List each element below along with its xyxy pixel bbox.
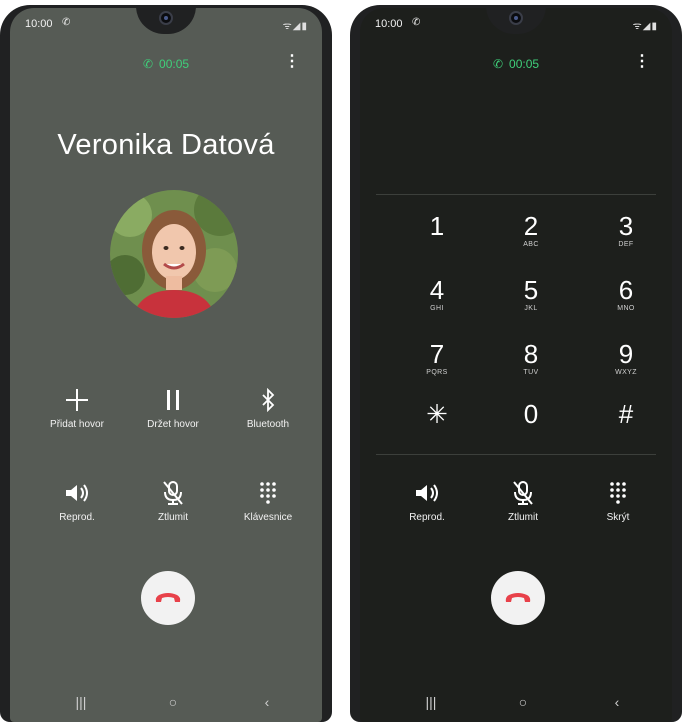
speaker-label: Reprod. <box>59 512 95 523</box>
front-camera-icon <box>159 11 173 25</box>
dial-key-6[interactable]: 6 MNO <box>591 276 661 313</box>
wifi-icon: ᯤ <box>632 21 643 32</box>
status-icons: ᯤ◢▮ <box>283 18 308 32</box>
wifi-icon: ᯤ <box>282 21 293 32</box>
hide-keypad-button[interactable]: Skrýt <box>573 478 663 523</box>
status-time: 10:00 <box>25 18 53 30</box>
mute-label: Ztlumit <box>508 512 538 523</box>
speaker-button[interactable]: Reprod. <box>382 478 472 523</box>
end-call-icon <box>505 593 531 602</box>
navigation-bar: ||| ○ ‹ <box>10 694 322 714</box>
keypad-button[interactable]: Klávesnice <box>223 478 313 523</box>
status-time: 10:00 <box>375 18 403 30</box>
dial-key-4[interactable]: 4 GHI <box>402 276 472 313</box>
dial-key-hash[interactable]: # <box>591 400 661 437</box>
dial-key-2[interactable]: 2 ABC <box>496 212 566 249</box>
phone-icon: ✆ <box>492 57 504 71</box>
dial-key-9[interactable]: 9 WXYZ <box>591 340 661 377</box>
call-status-icon: ✆ <box>412 17 421 28</box>
hold-button[interactable]: Držet hovor <box>128 385 218 430</box>
bluetooth-button[interactable]: Bluetooth <box>223 385 313 430</box>
phone-in-call: 10:00 ✆ ᯤ◢▮ ✆ 00:05 ⋮ Veronika Datová Př… <box>0 5 332 722</box>
mute-button[interactable]: Ztlumit <box>478 478 568 523</box>
keypad-bottom-divider <box>376 454 656 455</box>
home-icon[interactable]: ○ <box>158 694 188 710</box>
navigation-bar: ||| ○ ‹ <box>360 694 672 714</box>
battery-icon: ▮ <box>651 21 658 32</box>
dial-key-5[interactable]: 5 JKL <box>496 276 566 313</box>
mute-label: Ztlumit <box>158 512 188 523</box>
dial-key-7[interactable]: 7 PQRS <box>402 340 472 377</box>
bluetooth-label: Bluetooth <box>246 419 290 430</box>
hold-label: Držet hovor <box>147 419 199 430</box>
phone-keypad: 10:00 ✆ ᯤ◢▮ ✆ 00:05 ⋮ 1 2 ABC 3 DEF 4 GHI 5J… <box>350 5 682 722</box>
dial-key-0[interactable]: 0 <box>496 400 566 437</box>
pause-icon <box>128 385 218 415</box>
dial-key-star[interactable]: ✳ <box>402 400 472 437</box>
speaker-icon <box>382 478 472 508</box>
hide-label: Skrýt <box>606 512 630 523</box>
caller-avatar <box>110 190 238 318</box>
more-options-icon[interactable]: ⋮ <box>634 54 650 70</box>
plus-icon <box>32 385 122 415</box>
microphone-off-icon <box>478 478 568 508</box>
call-duration: 00:05 <box>509 57 540 71</box>
back-icon[interactable]: ‹ <box>252 694 282 710</box>
dial-key-8[interactable]: 8 TUV <box>496 340 566 377</box>
camera-notch <box>486 8 546 34</box>
in-call-screen: 10:00 ✆ ᯤ◢▮ ✆ 00:05 ⋮ Veronika Datová Př… <box>10 8 322 722</box>
status-icons: ᯤ◢▮ <box>633 18 658 32</box>
call-status-icon: ✆ <box>62 17 71 28</box>
mute-button[interactable]: Ztlumit <box>128 478 218 523</box>
caller-name: Veronika Datová <box>57 129 275 161</box>
speaker-icon <box>32 478 122 508</box>
end-call-button[interactable] <box>141 571 195 625</box>
keypad-icon <box>223 478 313 508</box>
keypad-top-divider <box>376 194 656 195</box>
add-call-label: Přidat hovor <box>50 419 104 430</box>
home-icon[interactable]: ○ <box>508 694 538 710</box>
recent-apps-icon[interactable]: ||| <box>416 694 446 710</box>
battery-icon: ▮ <box>301 21 308 32</box>
phone-icon: ✆ <box>142 57 154 71</box>
call-timer: ✆ 00:05 <box>360 57 672 71</box>
add-call-button[interactable]: Přidat hovor <box>32 385 122 430</box>
keypad-icon <box>573 478 663 508</box>
dial-key-3[interactable]: 3 DEF <box>591 212 661 249</box>
more-options-icon[interactable]: ⋮ <box>284 54 300 70</box>
back-icon[interactable]: ‹ <box>602 694 632 710</box>
keypad-screen: 10:00 ✆ ᯤ◢▮ ✆ 00:05 ⋮ 1 2 ABC 3 DEF 4 GHI 5J… <box>360 8 672 722</box>
camera-notch <box>136 8 196 34</box>
bluetooth-icon <box>223 385 313 415</box>
recent-apps-icon[interactable]: ||| <box>66 694 96 710</box>
dial-key-1[interactable]: 1 <box>402 212 472 249</box>
speaker-label: Reprod. <box>409 512 445 523</box>
keypad-label: Klávesnice <box>243 512 293 523</box>
microphone-off-icon <box>128 478 218 508</box>
front-camera-icon <box>509 11 523 25</box>
speaker-button[interactable]: Reprod. <box>32 478 122 523</box>
end-call-icon <box>155 593 181 602</box>
end-call-button[interactable] <box>491 571 545 625</box>
call-duration: 00:05 <box>159 57 190 71</box>
call-timer: ✆ 00:05 <box>10 57 322 71</box>
